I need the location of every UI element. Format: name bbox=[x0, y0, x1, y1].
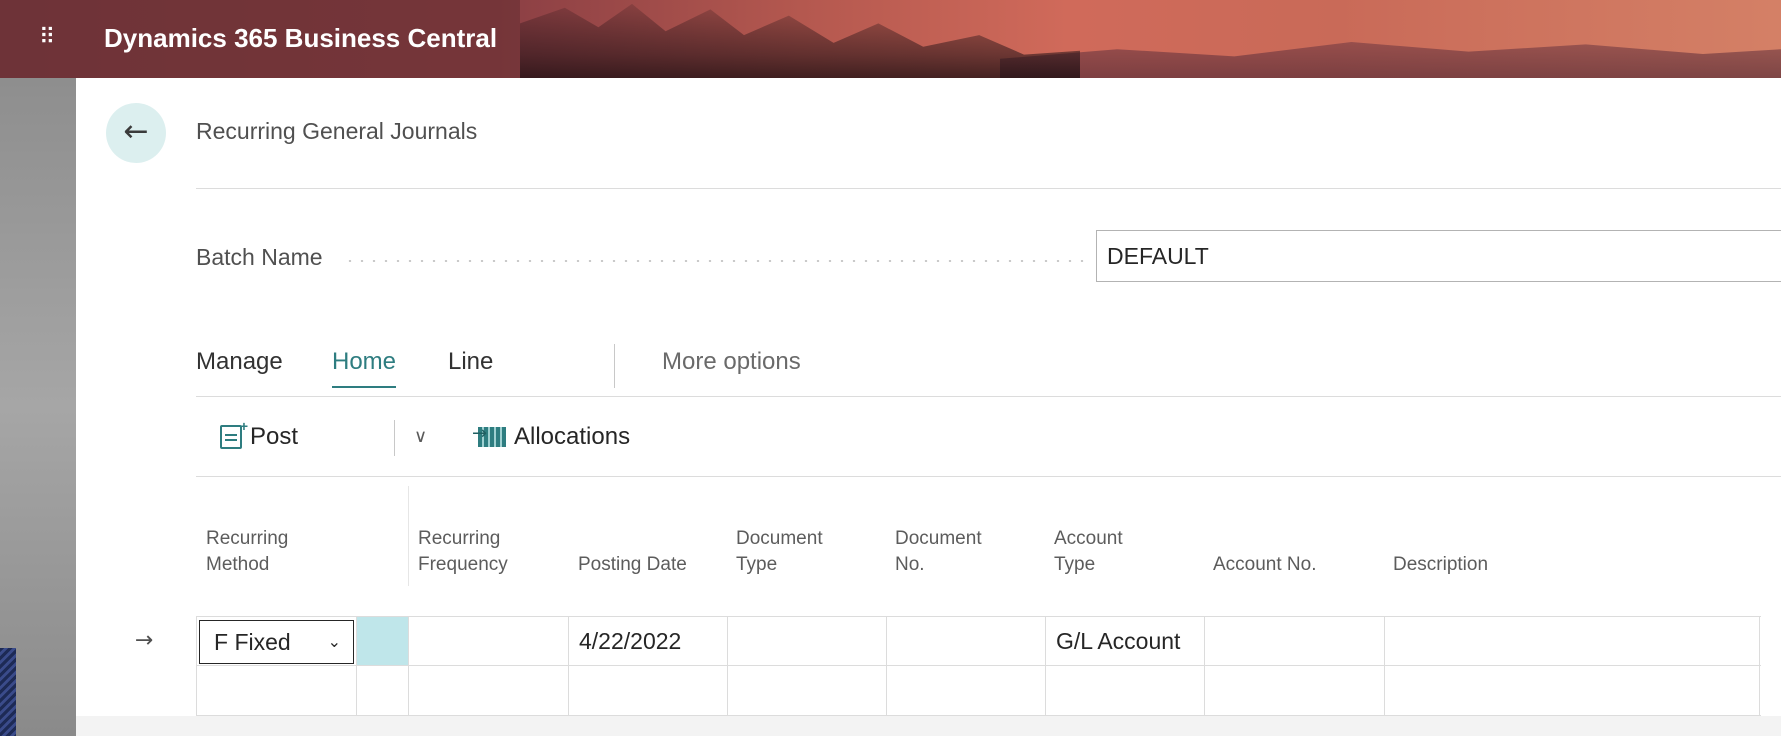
cell-selected-marker[interactable] bbox=[356, 666, 408, 715]
cell-recurring-frequency[interactable] bbox=[408, 617, 568, 665]
cell-account-type[interactable] bbox=[1045, 666, 1204, 715]
cell-posting-date[interactable] bbox=[568, 666, 727, 715]
app-title[interactable]: Dynamics 365 Business Central bbox=[104, 22, 497, 54]
table-row[interactable]: F Fixed ⌄ 4/22/2022 G/L Account bbox=[196, 616, 1761, 666]
post-icon: + bbox=[220, 418, 248, 449]
col-header-line: Account No. bbox=[1213, 554, 1317, 575]
col-header-line: Account bbox=[1054, 528, 1123, 549]
allocations-icon bbox=[472, 423, 506, 447]
tab-manage[interactable]: Manage bbox=[196, 348, 283, 376]
divider bbox=[196, 396, 1781, 397]
app-bar: ⠿ Dynamics 365 Business Central bbox=[0, 0, 1781, 78]
batch-name-label: Batch Name bbox=[196, 244, 323, 270]
col-header-account-no[interactable]: Account No. bbox=[1213, 552, 1317, 578]
tab-more-options[interactable]: More options bbox=[662, 348, 801, 376]
cell-document-no[interactable] bbox=[886, 666, 1045, 715]
cell-document-type[interactable] bbox=[727, 617, 886, 665]
allocations-button[interactable]: Allocations bbox=[472, 412, 631, 462]
app-launcher-icon[interactable]: ⠿ bbox=[30, 22, 62, 54]
col-header-line: Document bbox=[736, 528, 823, 549]
select-value: F Fixed bbox=[214, 629, 291, 655]
header-background-image bbox=[1000, 42, 1781, 78]
background-edge bbox=[0, 648, 16, 736]
recurring-method-select[interactable]: F Fixed ⌄ bbox=[199, 620, 354, 664]
cell-posting-date[interactable]: 4/22/2022 bbox=[568, 617, 727, 665]
col-header-line: Recurring bbox=[206, 528, 289, 549]
col-header-document-no[interactable]: Document No. bbox=[895, 526, 982, 578]
col-header-description[interactable]: Description bbox=[1393, 552, 1488, 578]
journal-page: ← Recurring General Journals Batch Name … bbox=[76, 78, 1781, 736]
col-header-account-type[interactable]: Account Type bbox=[1054, 526, 1123, 578]
cell-recurring-method[interactable] bbox=[196, 666, 356, 715]
col-header-line: No. bbox=[895, 554, 925, 575]
col-header-line: Method bbox=[206, 554, 270, 575]
cell-recurring-frequency[interactable] bbox=[408, 666, 568, 715]
tab-home[interactable]: Home bbox=[332, 348, 397, 388]
col-header-line: Recurring bbox=[418, 528, 501, 549]
post-label: Post bbox=[250, 423, 299, 450]
col-header-line: Frequency bbox=[418, 554, 508, 575]
left-background-strip bbox=[0, 78, 76, 736]
current-row-arrow-icon: → bbox=[134, 628, 154, 653]
journal-lines-grid: Recurring Method Recurring Frequency Pos… bbox=[76, 486, 1781, 736]
cell-recurring-method[interactable]: F Fixed ⌄ bbox=[196, 617, 356, 665]
divider bbox=[196, 188, 1781, 189]
col-header-recurring-method[interactable]: Recurring Method bbox=[206, 526, 288, 578]
col-header-document-type[interactable]: Document Type bbox=[736, 526, 823, 578]
col-header-line: Type bbox=[736, 554, 778, 575]
column-divider bbox=[408, 486, 409, 586]
post-button[interactable]: + Post bbox=[220, 412, 298, 462]
col-header-posting-date[interactable]: Posting Date bbox=[578, 552, 687, 578]
cell-description[interactable] bbox=[1384, 666, 1760, 715]
divider bbox=[196, 476, 1781, 477]
col-header-line: Posting Date bbox=[578, 554, 687, 575]
chevron-down-icon: ⌄ bbox=[327, 632, 341, 651]
col-header-recurring-frequency[interactable]: Recurring Frequency bbox=[418, 526, 508, 578]
back-button[interactable]: ← bbox=[106, 103, 166, 163]
col-header-line: Type bbox=[1054, 554, 1096, 575]
toolbar-separator bbox=[394, 420, 395, 456]
table-row[interactable] bbox=[196, 666, 1761, 716]
cell-document-type[interactable] bbox=[727, 666, 886, 715]
col-header-line: Document bbox=[895, 528, 982, 549]
cell-document-no[interactable] bbox=[886, 617, 1045, 665]
cell-description[interactable] bbox=[1384, 617, 1760, 665]
cell-account-no[interactable] bbox=[1204, 617, 1384, 665]
batch-name-field[interactable]: DEFAULT bbox=[1096, 230, 1781, 282]
col-header-line: Description bbox=[1393, 554, 1489, 575]
post-dropdown-chevron-icon[interactable]: ∨ bbox=[414, 412, 427, 462]
palm-silhouette bbox=[520, 3, 1080, 78]
cell-account-type[interactable]: G/L Account bbox=[1045, 617, 1204, 665]
page-footer-band bbox=[76, 716, 1781, 736]
tab-line[interactable]: Line bbox=[448, 348, 493, 376]
cell-account-no[interactable] bbox=[1204, 666, 1384, 715]
batch-name-leader-dots bbox=[344, 260, 1084, 262]
cell-selected-marker[interactable] bbox=[356, 617, 408, 665]
page-title: Recurring General Journals bbox=[196, 118, 478, 144]
tab-separator bbox=[614, 344, 615, 388]
allocations-label: Allocations bbox=[514, 423, 631, 450]
